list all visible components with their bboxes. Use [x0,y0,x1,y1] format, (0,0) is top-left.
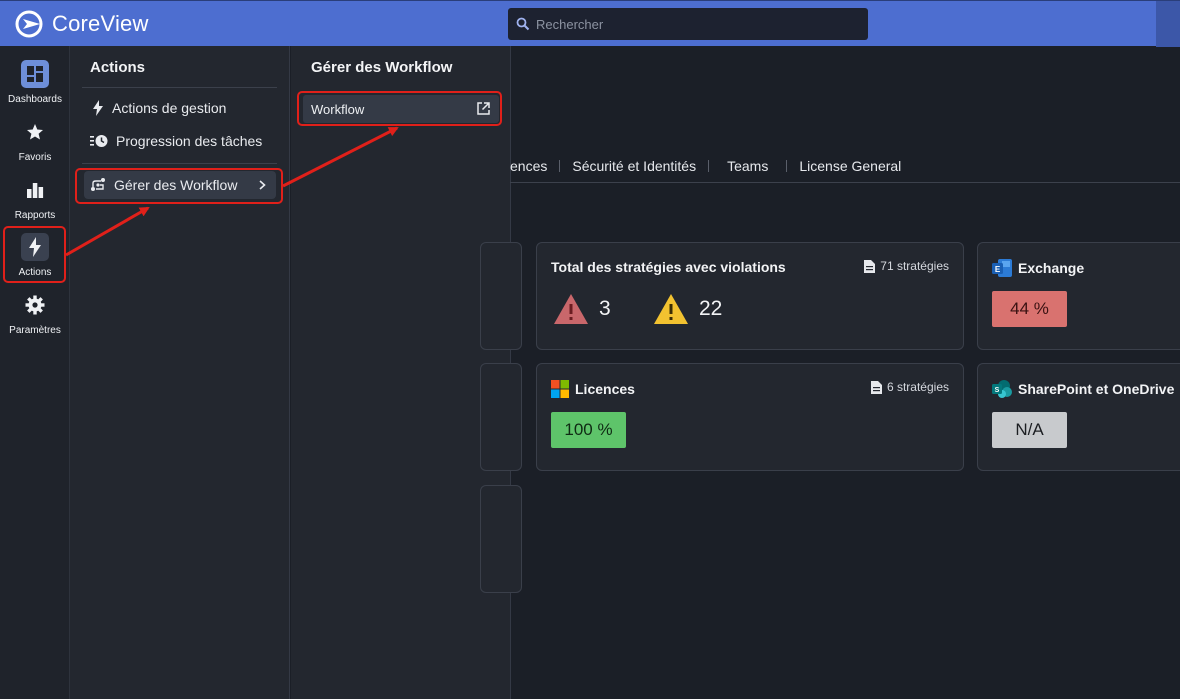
card-title-text: Exchange [1018,260,1085,276]
warning-violations: 22 [653,293,722,325]
microsoft-icon [551,380,569,398]
rail-label: Dashboards [8,93,62,105]
card-exchange[interactable]: E Exchange 44 % [977,242,1180,350]
annotation-highlight-workflow [297,91,502,126]
card-sharepoint[interactable]: S SharePoint et OneDrive N/A [977,363,1180,471]
card-meta: 71 stratégies [864,259,949,273]
card-title: S SharePoint et OneDrive [992,380,1174,398]
card-partial [480,363,522,471]
critical-count: 3 [599,297,611,320]
rail-label: Rapports [14,209,56,221]
menu-item-actions-de-gestion[interactable]: Actions de gestion [92,94,226,122]
workflow-panel: Gérer des Workflow Workflow [291,46,511,699]
score-pill: N/A [992,412,1067,448]
rail-label: Paramètres [9,324,61,336]
clock-list-icon [90,135,108,147]
rail-label: Favoris [18,151,52,163]
rail-item-rapports[interactable]: Rapports [2,170,68,226]
exchange-icon: E [992,259,1012,277]
coreview-logo[interactable]: CoreView [14,9,149,39]
left-rail: Dashboards Favoris Rapports Actions Para… [0,46,70,699]
actions-panel: Actions Actions de gestion Progression d… [70,46,290,699]
star-icon [21,118,49,146]
warning-icon [654,294,688,324]
svg-text:E: E [995,265,1001,274]
card-licences[interactable]: Licences 6 stratégies 100 % [536,363,964,471]
coreview-logo-icon [15,10,43,38]
card-title-text: SharePoint et OneDrive [1018,381,1175,397]
document-icon [870,380,882,394]
tab-teams[interactable]: Teams [709,158,786,174]
svg-text:S: S [995,387,1000,394]
app-name: CoreView [52,11,149,36]
gear-icon [21,291,49,319]
panel-title: Gérer des Workflow [311,59,453,76]
menu-item-label: Progression des tâches [116,133,263,149]
tab-underline [510,182,1180,183]
search-bar[interactable] [508,8,868,40]
card-meta-text: 6 stratégies [886,380,949,394]
tab-securite-et-identites[interactable]: Sécurité et Identités [560,158,708,174]
rail-item-dashboards[interactable]: Dashboards [2,54,68,110]
divider [82,87,277,88]
topbar-right-area [1156,1,1180,47]
dashboard-icon [21,59,49,88]
card-partial [480,485,522,593]
card-meta: 6 stratégies [870,380,949,394]
divider [82,163,277,164]
menu-item-label: Actions de gestion [112,100,227,116]
card-partial [480,242,522,350]
annotation-highlight-gerer-workflow [75,168,283,204]
document-icon [864,259,876,273]
warning-count: 22 [699,297,723,320]
card-title: E Exchange [992,259,1084,277]
score-pill: 44 % [992,291,1067,327]
sharepoint-icon: S [992,380,1012,398]
rail-item-favoris[interactable]: Favoris [2,112,68,168]
search-input[interactable] [536,16,856,32]
card-title: Licences [551,380,635,398]
lightning-icon [93,100,103,116]
top-bar: CoreView [0,0,1180,47]
card-meta-text: 71 stratégies [880,259,949,273]
card-violations[interactable]: Total des stratégies avec violations 71 … [536,242,964,350]
tab-bar: ences Sécurité et Identités Teams Licens… [510,155,913,177]
annotation-highlight-actions [3,226,66,283]
tab-licences[interactable]: ences [510,158,559,174]
score-pill: 100 % [551,412,626,448]
card-title-text: Licences [575,381,635,397]
critical-violations: 3 [553,293,611,325]
panel-title: Actions [90,59,146,76]
rail-item-parametres[interactable]: Paramètres [2,285,68,341]
card-title: Total des stratégies avec violations [551,259,786,275]
search-icon [516,17,530,31]
bar-chart-icon [21,176,49,204]
critical-warning-icon [554,294,588,324]
tab-license-general[interactable]: License General [787,158,913,174]
menu-item-progression-des-taches[interactable]: Progression des tâches [90,127,262,155]
